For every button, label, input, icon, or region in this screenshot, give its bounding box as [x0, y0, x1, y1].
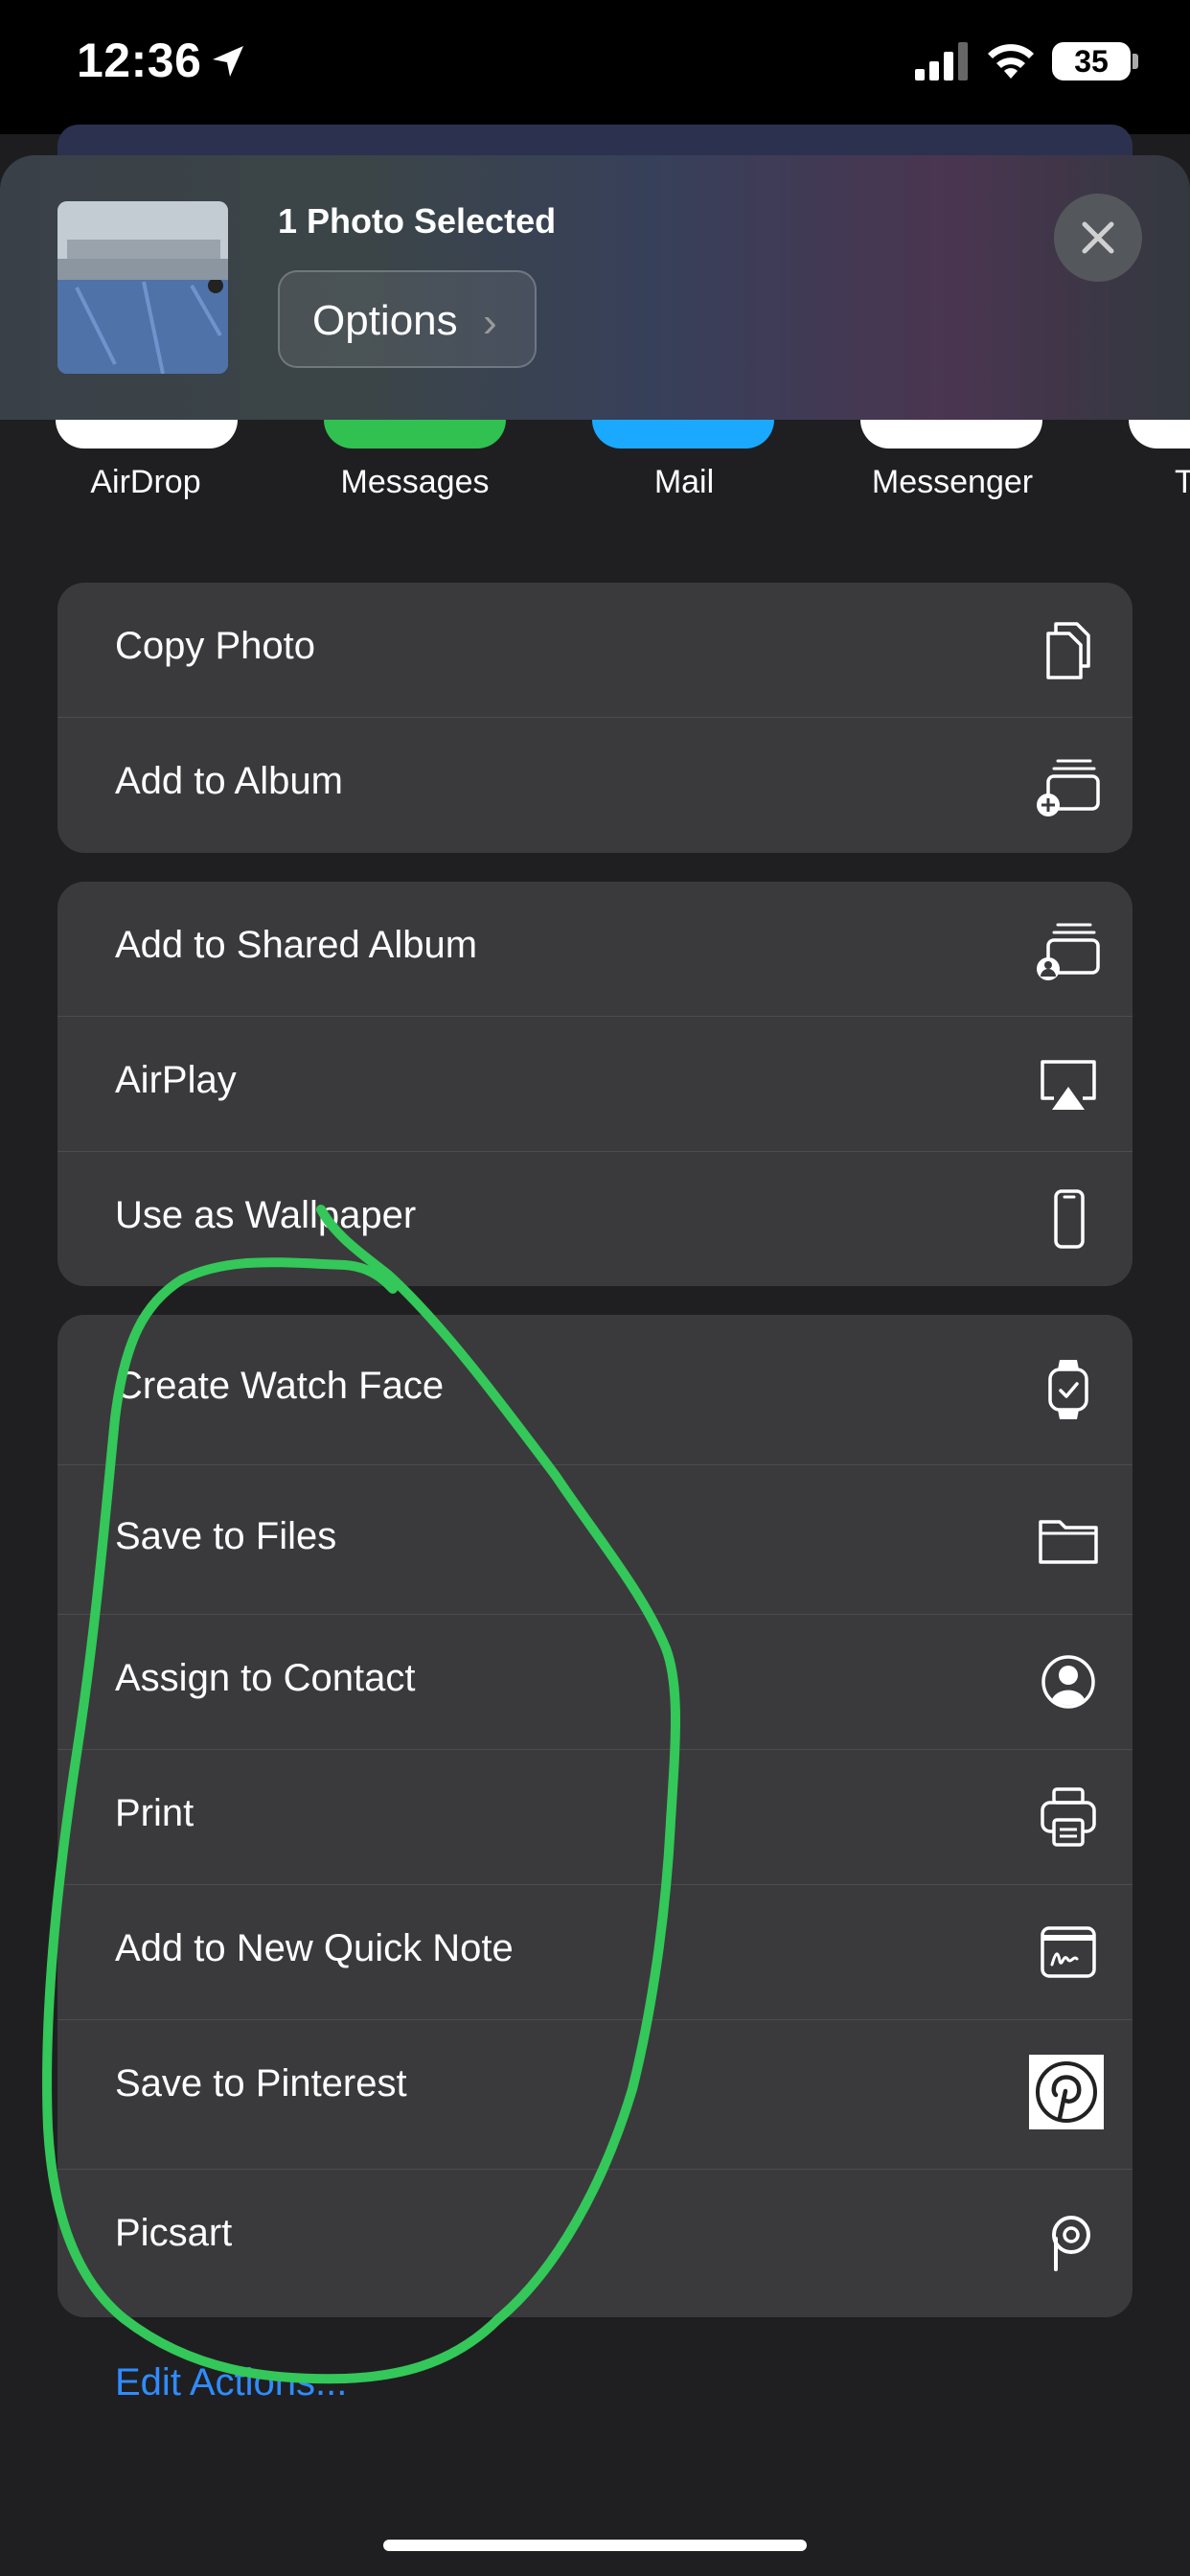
status-bar: 12:36 35: [0, 0, 1190, 134]
action-group-3: Create Watch Face Save to Files Assign t…: [57, 1315, 1133, 2317]
battery-nub: [1133, 54, 1138, 69]
chevron-right-icon: ›: [483, 299, 497, 346]
action-picsart[interactable]: Picsart: [57, 2170, 1133, 2317]
app-label-mail: Mail: [653, 464, 715, 500]
selection-title: 1 Photo Selected: [278, 201, 557, 241]
action-label: Copy Photo: [115, 625, 316, 667]
quick-note-icon: [1041, 1926, 1096, 1978]
app-label-partial: T: [1175, 464, 1190, 500]
action-label: Add to New Quick Note: [115, 1927, 514, 1969]
app-icon-airdrop[interactable]: [56, 420, 238, 448]
action-print[interactable]: Print: [57, 1750, 1133, 1884]
contact-icon: [1041, 1655, 1095, 1709]
action-label: Save to Pinterest: [115, 2062, 407, 2104]
home-indicator[interactable]: [383, 2540, 807, 2551]
app-label-airdrop: AirDrop: [90, 464, 201, 500]
clock: 12:36: [77, 34, 202, 87]
action-add-to-new-quick-note[interactable]: Add to New Quick Note: [57, 1885, 1133, 2019]
action-label: AirPlay: [115, 1059, 237, 1101]
edit-actions-link[interactable]: Edit Actions...: [115, 2361, 347, 2404]
wifi-icon: [988, 44, 1034, 79]
action-label: Add to Shared Album: [115, 924, 478, 966]
close-icon: [1082, 221, 1114, 254]
watch-icon: [1048, 1360, 1088, 1419]
action-create-watch-face[interactable]: Create Watch Face: [57, 1315, 1133, 1464]
printer-icon: [1041, 1787, 1096, 1847]
shared-album-icon: [1037, 923, 1100, 980]
app-label-messenger: Messenger: [871, 464, 1034, 500]
action-label: Use as Wallpaper: [115, 1194, 417, 1236]
action-group-2: Add to Shared Album AirPlay Use as Wallp…: [57, 882, 1133, 1286]
app-icon-mail[interactable]: [592, 420, 774, 448]
app-icon-messages[interactable]: [324, 420, 506, 448]
action-group-1: Copy Photo Add to Album: [57, 583, 1133, 853]
add-to-album-icon: [1037, 759, 1100, 816]
app-icon-messenger[interactable]: [860, 420, 1042, 448]
options-label: Options: [312, 297, 458, 344]
action-add-to-shared-album[interactable]: Add to Shared Album: [57, 882, 1133, 1016]
pinterest-icon: [1029, 2055, 1104, 2129]
action-assign-to-contact[interactable]: Assign to Contact: [57, 1615, 1133, 1749]
location-arrow-icon: [213, 46, 243, 77]
photo-thumbnail: [57, 201, 228, 374]
action-label: Print: [115, 1792, 195, 1834]
action-airplay[interactable]: AirPlay: [57, 1017, 1133, 1151]
airplay-icon: [1041, 1060, 1096, 1110]
action-save-to-pinterest[interactable]: Save to Pinterest: [57, 2020, 1133, 2169]
battery-indicator: 35: [1052, 42, 1131, 80]
close-button[interactable]: [1054, 194, 1142, 282]
action-label: Create Watch Face: [115, 1365, 445, 1407]
app-label-messages: Messages: [340, 464, 490, 500]
action-save-to-files[interactable]: Save to Files: [57, 1465, 1133, 1614]
picsart-icon: [1052, 2216, 1090, 2271]
phone-icon: [1054, 1189, 1085, 1249]
cellular-signal-icon: [915, 42, 968, 80]
action-use-as-wallpaper[interactable]: Use as Wallpaper: [57, 1152, 1133, 1286]
action-label: Picsart: [115, 2212, 233, 2254]
action-add-to-album[interactable]: Add to Album: [57, 718, 1133, 853]
options-button[interactable]: Options ›: [278, 270, 537, 368]
action-label: Add to Album: [115, 760, 343, 802]
copy-icon: [1046, 622, 1090, 679]
action-label: Assign to Contact: [115, 1657, 416, 1699]
action-label: Save to Files: [115, 1515, 337, 1557]
folder-icon: [1039, 1520, 1098, 1564]
action-copy-photo[interactable]: Copy Photo: [57, 583, 1133, 717]
